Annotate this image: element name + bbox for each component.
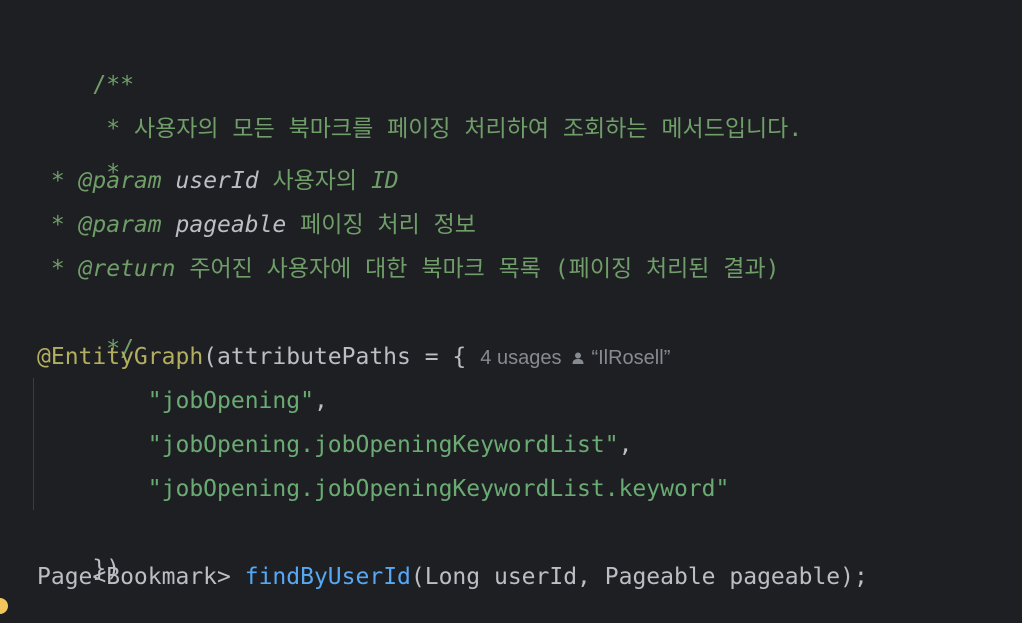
string-literal: "jobOpening.jobOpeningKeywordList.keywor… [147,476,730,502]
code-line-4: * @param userId 사용자의 ID [37,163,399,199]
return-type: Page<Bookmark> [37,564,245,590]
indent-guide [33,378,34,510]
code-line-11: "jobOpening.jobOpeningKeywordList.keywor… [37,471,730,507]
code-line-13: Page<Bookmark> findByUserId(Long userId,… [37,559,868,595]
string-literal: "jobOpening.jobOpeningKeywordList" [147,432,619,458]
code-line-2: * 사용자의 모든 북마크를 페이징 처리하여 조회하는 메서드입니다. [37,75,802,142]
code-line-12: }) [37,515,120,582]
author-hint[interactable]: “IlRosell” [591,347,670,369]
doc-param-text: 페이징 처리 정보 [286,212,476,238]
doc-prefix: * [37,256,79,282]
code-line-1: /** [37,31,134,98]
doc-param-text: 사용자의 [258,168,371,194]
annotation-args: (attributePaths = { [203,344,467,370]
doc-param-name: userId [175,168,259,194]
doc-prefix: * [37,168,79,194]
doc-param-name: pageable [175,212,287,238]
annotation-entity-graph[interactable]: @EntityGraph [37,344,203,370]
doc-param-ref: ID [370,168,399,194]
method-params: (Long userId, Pageable pageable); [410,564,868,590]
usages-hint[interactable]: 4 usages [480,347,561,369]
code-line-9: "jobOpening", [37,383,328,419]
doc-return-text: 주어진 사용자에 대한 북마크 목록 (페이징 처리된 결과) [175,256,780,282]
code-line-6: * @return 주어진 사용자에 대한 북마크 목록 (페이징 처리된 결과… [37,251,780,287]
method-name[interactable]: findByUserId [245,564,411,590]
doc-comment-description: * 사용자의 모든 북마크를 페이징 처리하여 조회하는 메서드입니다. [92,116,803,142]
string-literal: "jobOpening" [147,388,314,414]
code-line-10: "jobOpening.jobOpeningKeywordList", [37,427,633,463]
doc-param-tag: @param [78,168,162,194]
doc-prefix: * [37,212,79,238]
code-line-5: * @param pageable 페이징 처리 정보 [37,207,476,243]
doc-param-tag: @param [78,212,162,238]
comma: , [313,388,328,414]
comma: , [618,432,633,458]
user-icon [572,352,584,364]
code-line-3: * [37,119,120,186]
code-editor[interactable]: /** * 사용자의 모든 북마크를 페이징 처리하여 조회하는 메서드입니다.… [0,0,1022,614]
code-line-7: */ [37,295,134,362]
doc-return-tag: @return [78,256,176,282]
code-line-8: @EntityGraph(attributePaths = { 4 usages “… [37,339,670,375]
